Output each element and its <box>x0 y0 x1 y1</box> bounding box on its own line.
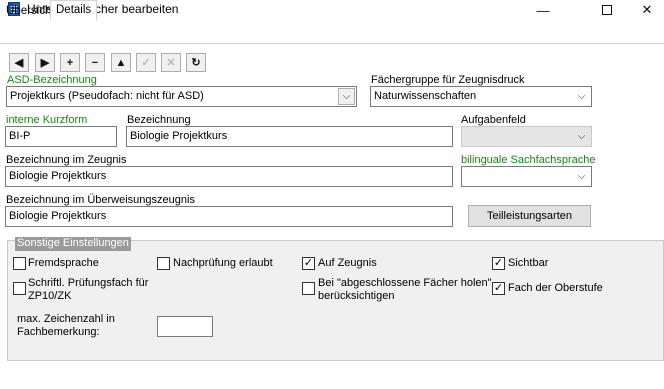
maximize-icon <box>602 5 612 15</box>
ueberweisung-label: Bezeichnung im Überweisungszeugnis <box>6 194 195 206</box>
checkmark-icon: ✓ <box>493 282 504 294</box>
refresh-button[interactable]: ↻ <box>186 53 206 72</box>
bezeichnung-label: Bezeichnung <box>127 114 191 126</box>
tab-details[interactable]: Details <box>50 0 98 21</box>
chevron-down-icon: ⌵ <box>338 88 355 105</box>
arrow-left-icon: ◀ <box>14 57 24 69</box>
nachpruefung-checkbox[interactable] <box>157 257 170 270</box>
bezeichnung-input[interactable]: Biologie Projektkurs <box>126 126 453 147</box>
cancel-button[interactable]: ✕ <box>161 53 181 72</box>
chevron-down-icon: ⌵ <box>577 131 586 142</box>
arrow-right-icon: ▶ <box>40 57 50 69</box>
fremdsprache-label: Fremdsprache <box>28 257 99 269</box>
faechergruppe-value: Naturwissenschaften <box>374 90 477 102</box>
teilleistungsarten-button[interactable]: Teilleistungsarten <box>468 205 591 227</box>
previous-record-button[interactable]: ◀ <box>9 53 29 72</box>
zeugnis-input[interactable]: Biologie Projektkurs <box>5 166 453 187</box>
close-button[interactable]: ✕ <box>624 0 664 20</box>
kurzform-input[interactable]: BI-P <box>5 126 117 147</box>
aufgabenfeld-combo[interactable]: ⌵ <box>461 126 592 147</box>
group-title: Sonstige Einstellungen <box>15 237 131 251</box>
sichtbar-checkbox[interactable]: ✓ <box>492 257 505 270</box>
arrow-up-icon: ▲ <box>115 56 127 69</box>
zeugnis-label: Bezeichnung im Zeugnis <box>6 154 127 166</box>
tab-strip <box>0 24 664 44</box>
aufgabenfeld-label: Aufgabenfeld <box>461 114 526 126</box>
schriftl-pruefungsfach-label-line1: Schriftl. Prüfungsfach für <box>28 277 149 289</box>
auf-zeugnis-checkbox[interactable]: ✓ <box>302 257 315 270</box>
bilingual-label: bilinguale Sachfachsprache <box>461 154 596 166</box>
faechergruppe-label: Fächergruppe für Zeugnisdruck <box>371 74 525 86</box>
fremdsprache-checkbox[interactable] <box>13 257 26 270</box>
abgeschlossene-faecher-checkbox[interactable] <box>302 282 315 295</box>
schriftl-pruefungsfach-checkbox[interactable] <box>13 282 26 295</box>
asd-bezeichnung-label: ASD-Bezeichnung <box>7 74 97 86</box>
chevron-down-icon: ⌵ <box>577 91 586 102</box>
max-zeichenzahl-label-line1: max. Zeichenzahl in <box>17 313 115 325</box>
faechergruppe-combo[interactable]: Naturwissenschaften ⌵ <box>370 86 592 107</box>
checkmark-icon: ✓ <box>141 57 151 69</box>
chevron-down-icon: ⌵ <box>577 171 586 182</box>
first-record-button[interactable]: ▲ <box>111 53 131 72</box>
ueberweisung-input[interactable]: Biologie Projektkurs <box>5 206 453 227</box>
plus-icon: + <box>66 56 74 69</box>
save-button[interactable]: ✓ <box>136 53 156 72</box>
delete-record-button[interactable]: − <box>85 53 105 72</box>
next-record-button[interactable]: ▶ <box>35 53 55 72</box>
asd-bezeichnung-combo[interactable]: Projektkurs (Pseudofach: nicht für ASD) … <box>6 86 357 107</box>
cross-icon: ✕ <box>166 57 176 69</box>
bilingual-combo[interactable]: ⌵ <box>461 166 592 187</box>
kurzform-label: interne Kurzform <box>6 114 88 126</box>
add-record-button[interactable]: + <box>60 53 80 72</box>
refresh-icon: ↻ <box>191 57 201 69</box>
abgeschlossene-faecher-label-line2: berücksichtigen <box>318 290 395 302</box>
schriftl-pruefungsfach-label-line2: ZP10/ZK <box>28 290 72 302</box>
auf-zeugnis-label: Auf Zeugnis <box>318 257 377 269</box>
nachpruefung-label: Nachprüfung erlaubt <box>173 257 273 269</box>
max-zeichenzahl-label-line2: Fachbemerkung: <box>17 326 100 338</box>
checkmark-icon: ✓ <box>303 257 314 269</box>
minimize-button[interactable]: — <box>520 0 566 20</box>
max-zeichenzahl-input[interactable] <box>157 316 213 337</box>
abgeschlossene-faecher-label-line1: Bei "abgeschlossene Fächer holen" <box>318 277 492 289</box>
oberstufe-checkbox[interactable]: ✓ <box>492 282 505 295</box>
title-bar: Unterrichtsfächer bearbeiten — ✕ <box>0 0 664 20</box>
sichtbar-label: Sichtbar <box>508 257 549 269</box>
checkmark-icon: ✓ <box>493 257 504 269</box>
asd-bezeichnung-value: Projektkurs (Pseudofach: nicht für ASD) <box>10 90 204 102</box>
oberstufe-label: Fach der Oberstufe <box>508 282 603 294</box>
minus-icon: − <box>91 56 99 69</box>
